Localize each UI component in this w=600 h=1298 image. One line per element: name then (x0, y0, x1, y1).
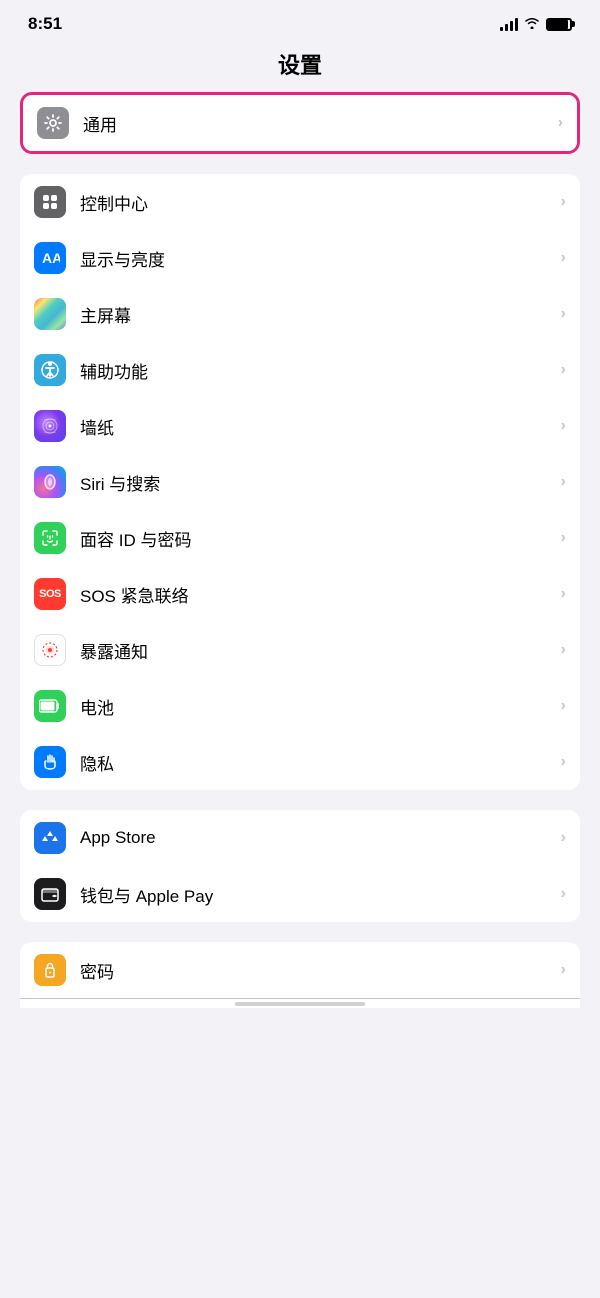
homescreen-label: 主屏幕 (80, 302, 561, 327)
settings-item-appstore[interactable]: App Store › (20, 810, 580, 866)
settings-item-faceid[interactable]: 面容 ID 与密码 › (20, 510, 580, 566)
privacy-icon (34, 746, 66, 778)
wallpaper-label: 墙纸 (80, 414, 561, 439)
accessibility-label: 辅助功能 (80, 358, 561, 383)
status-time: 8:51 (28, 14, 62, 34)
settings-item-general[interactable]: 通用 › (23, 95, 577, 151)
control-center-label: 控制中心 (80, 190, 561, 215)
control-center-icon (34, 186, 66, 218)
siri-icon (34, 466, 66, 498)
settings-group-general: 通用 › (20, 92, 580, 154)
exposure-chevron: › (561, 641, 566, 659)
status-icons (500, 16, 572, 32)
control-center-chevron: › (561, 193, 566, 211)
wallet-icon (34, 878, 66, 910)
settings-item-control-center[interactable]: 控制中心 › (20, 174, 580, 230)
battery-chevron: › (561, 697, 566, 715)
sos-icon: SOS (34, 578, 66, 610)
wallpaper-chevron: › (561, 417, 566, 435)
settings-group-passwords: 密码 › (20, 942, 580, 1008)
sos-label: SOS 紧急联络 (80, 582, 561, 607)
settings-item-wallpaper[interactable]: 墙纸 › (20, 398, 580, 454)
homescreen-icon (34, 298, 66, 330)
general-chevron: › (558, 114, 563, 132)
appstore-label: App Store (80, 828, 561, 848)
svg-text:AA: AA (42, 250, 60, 266)
wallet-label: 钱包与 Apple Pay (80, 882, 561, 907)
privacy-chevron: › (561, 753, 566, 771)
settings-item-privacy[interactable]: 隐私 › (20, 734, 580, 790)
exposure-label: 暴露通知 (80, 638, 561, 663)
settings-item-siri[interactable]: Siri 与搜索 › (20, 454, 580, 510)
siri-label: Siri 与搜索 (80, 470, 561, 495)
privacy-label: 隐私 (80, 750, 561, 775)
settings-item-exposure[interactable]: 暴露通知 › (20, 622, 580, 678)
homescreen-chevron: › (561, 305, 566, 323)
passwords-chevron: › (561, 961, 566, 979)
status-bar: 8:51 (0, 0, 600, 40)
passwords-label: 密码 (80, 958, 561, 983)
general-label: 通用 (83, 111, 558, 136)
faceid-label: 面容 ID 与密码 (80, 526, 561, 551)
settings-item-accessibility[interactable]: 辅助功能 › (20, 342, 580, 398)
wallet-chevron: › (561, 885, 566, 903)
sos-chevron: › (561, 585, 566, 603)
settings-item-battery[interactable]: 电池 › (20, 678, 580, 734)
settings-item-homescreen[interactable]: 主屏幕 › (20, 286, 580, 342)
appstore-chevron: › (561, 829, 566, 847)
battery-icon (34, 690, 66, 722)
settings-group-display: 控制中心 › AA 显示与亮度 › 主屏幕 › (20, 174, 580, 790)
display-icon: AA (34, 242, 66, 274)
display-label: 显示与亮度 (80, 246, 561, 271)
settings-group-apps: App Store › 钱包与 Apple Pay › (20, 810, 580, 922)
appstore-icon (34, 822, 66, 854)
settings-item-display[interactable]: AA 显示与亮度 › (20, 230, 580, 286)
battery-label: 电池 (80, 694, 561, 719)
battery-status-icon (546, 18, 572, 31)
home-indicator-bar (20, 998, 580, 1008)
settings-item-sos[interactable]: SOS SOS 紧急联络 › (20, 566, 580, 622)
faceid-chevron: › (561, 529, 566, 547)
signal-icon (500, 17, 518, 31)
wallpaper-icon (34, 410, 66, 442)
home-indicator (235, 1002, 365, 1006)
faceid-icon (34, 522, 66, 554)
exposure-icon (34, 634, 66, 666)
settings-item-passwords[interactable]: 密码 › (20, 942, 580, 998)
accessibility-icon (34, 354, 66, 386)
accessibility-chevron: › (561, 361, 566, 379)
siri-chevron: › (561, 473, 566, 491)
display-chevron: › (561, 249, 566, 267)
page-title: 设置 (0, 48, 600, 80)
wifi-icon (524, 16, 540, 32)
settings-item-wallet[interactable]: 钱包与 Apple Pay › (20, 866, 580, 922)
general-icon (37, 107, 69, 139)
page-title-bar: 设置 (0, 40, 600, 92)
passwords-icon (34, 954, 66, 986)
